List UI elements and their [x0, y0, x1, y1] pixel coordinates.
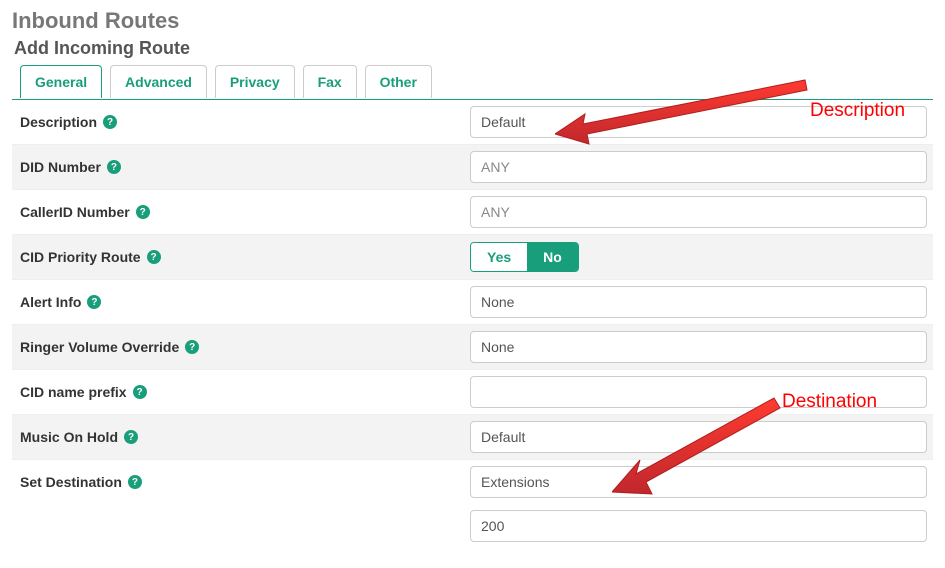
row-did-number: DID Number ?: [12, 145, 933, 190]
help-icon[interactable]: ?: [128, 475, 142, 489]
cid-priority-no[interactable]: No: [527, 243, 578, 271]
tab-general[interactable]: General: [20, 65, 102, 98]
row-cid-prefix: CID name prefix ?: [12, 370, 933, 415]
ringer-override-select[interactable]: None: [470, 331, 927, 363]
page-title: Inbound Routes: [12, 8, 933, 34]
tab-fax[interactable]: Fax: [303, 65, 357, 98]
alert-info-select[interactable]: None: [470, 286, 927, 318]
tab-advanced[interactable]: Advanced: [110, 65, 207, 98]
help-icon[interactable]: ?: [136, 205, 150, 219]
help-icon[interactable]: ?: [107, 160, 121, 174]
tab-other[interactable]: Other: [365, 65, 432, 98]
row-destination: Set Destination ? Extensions: [12, 460, 933, 504]
tab-privacy[interactable]: Privacy: [215, 65, 295, 98]
help-icon[interactable]: ?: [103, 115, 117, 129]
row-alert-info: Alert Info ? None: [12, 280, 933, 325]
destination-target-select[interactable]: 200: [470, 510, 927, 542]
callerid-number-input[interactable]: [470, 196, 927, 228]
row-cid-priority: CID Priority Route ? Yes No: [12, 235, 933, 280]
row-ringer-override: Ringer Volume Override ? None: [12, 325, 933, 370]
help-icon[interactable]: ?: [133, 385, 147, 399]
cid-priority-yes[interactable]: Yes: [471, 243, 527, 271]
label-did-number: DID Number: [20, 159, 101, 175]
row-moh: Music On Hold ? Default: [12, 415, 933, 460]
destination-module-select[interactable]: Extensions: [470, 466, 927, 498]
label-cid-priority: CID Priority Route: [20, 249, 141, 265]
row-description: Description ?: [12, 100, 933, 145]
page-subtitle: Add Incoming Route: [14, 38, 933, 59]
help-icon[interactable]: ?: [87, 295, 101, 309]
help-icon[interactable]: ?: [124, 430, 138, 444]
description-input[interactable]: [470, 106, 927, 138]
help-icon[interactable]: ?: [185, 340, 199, 354]
label-description: Description: [20, 114, 97, 130]
help-icon[interactable]: ?: [147, 250, 161, 264]
did-number-input[interactable]: [470, 151, 927, 183]
label-moh: Music On Hold: [20, 429, 118, 445]
form-general: Description ? DID Number ? CallerID Numb…: [12, 100, 933, 548]
row-callerid-number: CallerID Number ?: [12, 190, 933, 235]
cid-prefix-input[interactable]: [470, 376, 927, 408]
label-callerid-number: CallerID Number: [20, 204, 130, 220]
moh-select[interactable]: Default: [470, 421, 927, 453]
cid-priority-toggle: Yes No: [470, 242, 579, 272]
label-cid-prefix: CID name prefix: [20, 384, 127, 400]
label-alert-info: Alert Info: [20, 294, 81, 310]
tab-strip: General Advanced Privacy Fax Other: [12, 65, 933, 100]
label-destination: Set Destination: [20, 474, 122, 490]
label-ringer-override: Ringer Volume Override: [20, 339, 179, 355]
row-destination-target: 200: [12, 504, 933, 548]
